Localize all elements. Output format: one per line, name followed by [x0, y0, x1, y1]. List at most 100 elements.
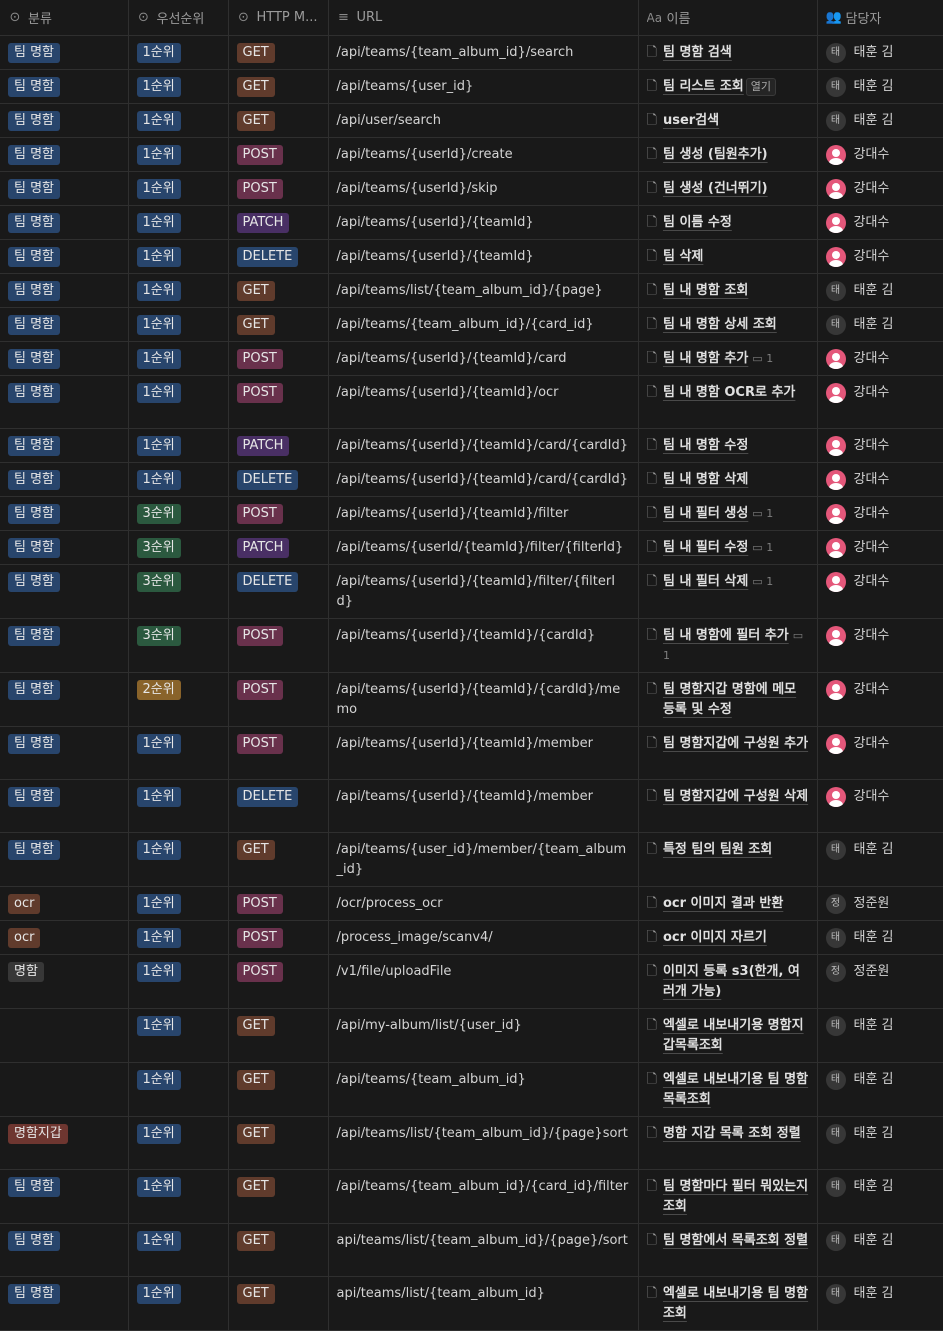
cell-name[interactable]: 🗋 팀 생성 (건너뛰기) — [638, 171, 818, 206]
table-row[interactable]: 팀 명함 3순위 POST/api/teams/{userId}/{teamId}/… — [0, 496, 943, 531]
cell-name[interactable]: 🗋 명함 지갑 목록 조회 정렬 — [638, 1116, 818, 1170]
cell-http-method[interactable]: GET — [228, 1008, 329, 1063]
page-title-link[interactable]: 이미지 등록 s3(한개, 여러개 가능) — [663, 964, 800, 999]
cell-name[interactable]: 🗋 팀 명함지갑에 구성원 삭제 — [638, 779, 818, 833]
cell-category[interactable]: 팀 명함 — [0, 69, 129, 104]
table-row[interactable]: 팀 명함 1순위 GET api/teams/list/{team_album_id}… — [0, 1223, 943, 1277]
cell-name[interactable]: 🗋 팀 내 명함 삭제 — [638, 462, 818, 497]
cell-priority[interactable]: 1순위 — [128, 1008, 229, 1063]
cell-name[interactable]: 🗋 팀 내 명함 수정 — [638, 428, 818, 463]
page-title-link[interactable]: ocr 이미지 자르기 — [663, 930, 767, 945]
table-row[interactable]: 팀 명함 1순위 GET/api/user/search 🗋 user검색 태 태훈 김 — [0, 103, 943, 138]
cell-category[interactable]: 팀 명함 — [0, 564, 129, 619]
cell-url[interactable]: /api/teams/{userId}/{teamId}/member — [328, 779, 639, 833]
cell-name[interactable]: 🗋 팀 내 명함 추가 ▭ 1 — [638, 341, 818, 376]
cell-name[interactable]: 🗋 팀 리스트 조회 열기 — [638, 69, 818, 104]
cell-priority[interactable]: 1순위 — [128, 832, 229, 887]
cell-priority[interactable]: 1순위 — [128, 428, 229, 463]
table-row[interactable]: 팀 명함 1순위 GET/api/teams/{team_album_id}/{ca… — [0, 1169, 943, 1224]
cell-owner[interactable]: 강대수 — [817, 171, 943, 206]
page-title-link[interactable]: 팀 명함에서 목록조회 정렬 — [663, 1233, 808, 1248]
cell-name[interactable]: 🗋 팀 내 명함 상세 조회 — [638, 307, 818, 342]
cell-url[interactable]: /api/my-album/list/{user_id} — [328, 1008, 639, 1063]
cell-category[interactable]: 팀 명함 — [0, 1223, 129, 1277]
page-title-link[interactable]: 팀 내 명함 삭제 — [663, 472, 748, 487]
cell-http-method[interactable]: PATCH — [228, 205, 329, 240]
cell-http-method[interactable]: GET — [228, 1276, 329, 1331]
table-row[interactable]: 팀 명함 1순위 GET/api/teams/{user_id} 🗋 팀 리스트 조회 열… — [0, 69, 943, 104]
cell-owner[interactable]: 태 태훈 김 — [817, 832, 943, 887]
table-row[interactable]: 팀 명함 1순위 GET/api/teams/{team_album_id}/{ca… — [0, 307, 943, 342]
cell-category[interactable]: 팀 명함 — [0, 307, 129, 342]
cell-name[interactable]: 🗋 ocr 이미지 자르기 — [638, 920, 818, 955]
cell-priority[interactable]: 1순위 — [128, 307, 229, 342]
cell-http-method[interactable]: GET — [228, 307, 329, 342]
cell-http-method[interactable]: GET — [228, 35, 329, 70]
cell-category[interactable]: 명함 — [0, 954, 129, 1009]
cell-owner[interactable]: 강대수 — [817, 341, 943, 376]
comment-count[interactable]: ▭ 1 — [752, 575, 773, 588]
cell-url[interactable]: /api/user/search — [328, 103, 639, 138]
cell-name[interactable]: 🗋 팀 내 필터 생성 ▭ 1 — [638, 496, 818, 531]
cell-url[interactable]: /api/teams/{team_album_id}/{card_id}/fil… — [328, 1169, 639, 1224]
page-title-link[interactable]: 팀 내 명함 상세 조회 — [663, 317, 777, 332]
cell-http-method[interactable]: POST — [228, 341, 329, 376]
cell-priority[interactable]: 1순위 — [128, 726, 229, 780]
cell-url[interactable]: /api/teams/list/{team_album_id}/{page}so… — [328, 1116, 639, 1170]
column-header-name[interactable]: Aa 이름 — [638, 0, 818, 36]
table-row[interactable]: 팀 명함 1순위 PATCH/api/teams/{userId}/{teamId}… — [0, 205, 943, 240]
column-header-owner[interactable]: 👥 담당자 — [817, 0, 943, 36]
cell-owner[interactable]: 강대수 — [817, 530, 943, 565]
column-header-url[interactable]: ≡ URL — [328, 0, 639, 36]
comment-count[interactable]: ▭ 1 — [752, 507, 773, 520]
cell-priority[interactable]: 1순위 — [128, 171, 229, 206]
cell-url[interactable]: /api/teams/{userId/{teamId}/filter/{filt… — [328, 530, 639, 565]
cell-owner[interactable]: 태 태훈 김 — [817, 103, 943, 138]
cell-http-method[interactable]: POST — [228, 496, 329, 531]
table-row[interactable]: 1순위 GET/api/teams/{team_album_id} 🗋 엑셀로 내보내… — [0, 1062, 943, 1117]
cell-category[interactable]: 팀 명함 — [0, 171, 129, 206]
cell-url[interactable]: /api/teams/{team_album_id}/{card_id} — [328, 307, 639, 342]
page-title-link[interactable]: 팀 리스트 조회 — [663, 79, 744, 94]
cell-priority[interactable]: 1순위 — [128, 205, 229, 240]
cell-priority[interactable]: 1순위 — [128, 273, 229, 308]
cell-name[interactable]: 🗋 ocr 이미지 결과 반환 — [638, 886, 818, 921]
cell-http-method[interactable]: POST — [228, 137, 329, 172]
open-button[interactable]: 열기 — [745, 78, 777, 96]
cell-name[interactable]: 🗋 팀 내 명함에 필터 추가 ▭ 1 — [638, 618, 818, 673]
table-row[interactable]: ocr 1순위 POST/process_image/scanv4/ 🗋 ocr 이미지… — [0, 920, 943, 955]
cell-url[interactable]: /v1/file/uploadFile — [328, 954, 639, 1009]
cell-url[interactable]: /api/teams/{userId}/{teamId}/card/{cardI… — [328, 462, 639, 497]
table-row[interactable]: 팀 명함 1순위 GET/api/teams/{user_id}/member/{t… — [0, 832, 943, 887]
cell-http-method[interactable]: DELETE — [228, 564, 329, 619]
column-header-priority[interactable]: ⊙ 우선순위 — [128, 0, 229, 36]
table-row[interactable]: 팀 명함 1순위 POST/api/teams/{userId}/{teamId}/… — [0, 726, 943, 780]
cell-name[interactable]: 🗋 팀 이름 수정 — [638, 205, 818, 240]
cell-category[interactable]: 팀 명함 — [0, 618, 129, 673]
cell-owner[interactable]: 태 태훈 김 — [817, 35, 943, 70]
cell-http-method[interactable]: POST — [228, 954, 329, 1009]
page-title-link[interactable]: 팀 명함마다 필터 뭐있는지 조회 — [663, 1179, 808, 1214]
table-row[interactable]: 팀 명함 3순위 POST/api/teams/{userId}/{teamId}/… — [0, 618, 943, 673]
cell-category[interactable]: ocr — [0, 886, 129, 921]
cell-category[interactable]: ocr — [0, 920, 129, 955]
cell-url[interactable]: /api/teams/{team_album_id}/search — [328, 35, 639, 70]
page-title-link[interactable]: 명함 지갑 목록 조회 정렬 — [663, 1126, 801, 1141]
cell-priority[interactable]: 1순위 — [128, 1169, 229, 1224]
page-title-link[interactable]: 팀 명함지갑에 구성원 삭제 — [663, 789, 808, 804]
cell-owner[interactable]: 강대수 — [817, 137, 943, 172]
cell-owner[interactable]: 태 태훈 김 — [817, 273, 943, 308]
cell-priority[interactable]: 1순위 — [128, 103, 229, 138]
cell-owner[interactable]: 태 태훈 김 — [817, 307, 943, 342]
cell-url[interactable]: /api/teams/{userId}/{teamId}/card/{cardI… — [328, 428, 639, 463]
cell-category[interactable]: 팀 명함 — [0, 672, 129, 727]
cell-category[interactable]: 팀 명함 — [0, 832, 129, 887]
cell-category[interactable]: 팀 명함 — [0, 726, 129, 780]
cell-owner[interactable]: 강대수 — [817, 726, 943, 780]
column-header-category[interactable]: ⊙ 분류 — [0, 0, 129, 36]
page-title-link[interactable]: 팀 생성 (건너뛰기) — [663, 181, 768, 196]
cell-category[interactable] — [0, 1008, 129, 1063]
cell-category[interactable]: 팀 명함 — [0, 103, 129, 138]
cell-url[interactable]: /api/teams/{userId}/create — [328, 137, 639, 172]
cell-owner[interactable]: 태 태훈 김 — [817, 1276, 943, 1331]
